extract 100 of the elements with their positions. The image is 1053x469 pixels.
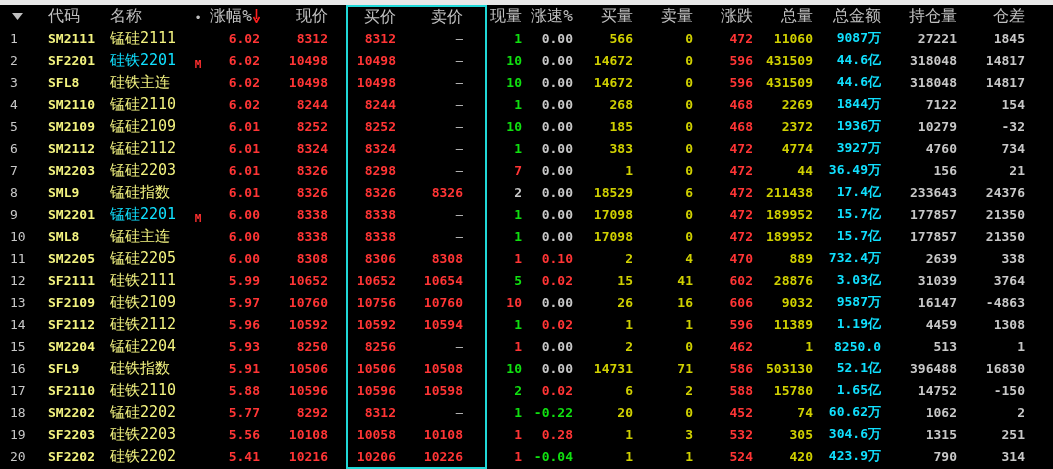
- interest-change-cell: -4863: [985, 294, 1025, 310]
- amount-cell: 9587万: [836, 294, 881, 309]
- change-cell: 468: [729, 96, 753, 112]
- row-number: 16: [10, 360, 26, 376]
- last-volume-cell: 10: [506, 52, 522, 68]
- column-header[interactable]: 总量: [781, 5, 813, 25]
- amount-cell: 44.6亿: [836, 74, 881, 89]
- bid-price-cell: 8338: [364, 228, 396, 244]
- row-number: 13: [10, 294, 26, 310]
- price-cell: 10498: [288, 52, 328, 68]
- interest-change-cell: 3764: [993, 272, 1025, 288]
- open-interest-cell: 31039: [917, 272, 957, 288]
- change-percent-cell: 5.99: [228, 272, 260, 288]
- row-number: 9: [10, 206, 18, 222]
- open-interest-cell: 14752: [917, 382, 957, 398]
- column-header[interactable]: 代码: [48, 5, 80, 25]
- row-number: 2: [10, 52, 18, 68]
- amount-cell: 9087万: [836, 30, 881, 45]
- speed-cell: 0.00: [541, 184, 573, 200]
- bid-volume-cell: 1: [625, 316, 633, 332]
- volume-cell: 431509: [766, 74, 813, 90]
- bid-volume-cell: 2: [625, 250, 633, 266]
- column-header[interactable]: 涨幅%: [210, 5, 252, 27]
- bid-volume-cell: 2: [625, 338, 633, 354]
- ask-price-cell: 8308: [431, 250, 463, 266]
- speed-cell: 0.00: [541, 294, 573, 310]
- row-number: 14: [10, 316, 26, 332]
- column-header[interactable]: 总金额: [833, 5, 881, 25]
- bid-volume-cell: 1: [625, 426, 633, 442]
- price-cell: 8312: [296, 30, 328, 46]
- code-cell: SFL9: [48, 360, 80, 376]
- column-header[interactable]: 现价: [296, 5, 328, 25]
- column-header[interactable]: 持仓量: [909, 5, 957, 25]
- price-cell: 10506: [288, 360, 328, 376]
- ask-price-cell: —: [455, 141, 463, 156]
- column-header[interactable]: 卖价: [431, 6, 463, 26]
- name-cell: 锰硅2110: [110, 94, 177, 113]
- interest-change-cell: 338: [1001, 250, 1025, 266]
- change-cell: 524: [729, 448, 753, 464]
- speed-cell: 0.00: [541, 140, 573, 156]
- ask-volume-cell: 0: [685, 140, 693, 156]
- column-header[interactable]: 涨速%: [531, 5, 573, 25]
- open-interest-cell: 4459: [925, 316, 957, 332]
- bid-volume-cell: 14672: [593, 74, 633, 90]
- name-cell: 硅铁2202: [110, 446, 177, 465]
- change-percent-cell: 6.00: [228, 228, 260, 244]
- price-cell: 8324: [296, 140, 328, 156]
- change-percent-cell: 6.00: [228, 250, 260, 266]
- change-cell: 472: [729, 206, 753, 222]
- volume-cell: 9032: [781, 294, 813, 310]
- code-cell: SF2201: [48, 52, 95, 68]
- change-percent-cell: 6.00: [228, 206, 260, 222]
- column-header[interactable]: 现量: [490, 5, 522, 25]
- open-interest-cell: 177857: [910, 228, 957, 244]
- amount-cell: 15.7亿: [836, 206, 881, 221]
- column-header[interactable]: •: [194, 10, 202, 25]
- volume-cell: 305: [789, 426, 813, 442]
- dropdown-icon[interactable]: [12, 12, 23, 20]
- last-volume-cell: 1: [514, 96, 522, 112]
- change-cell: 602: [729, 272, 753, 288]
- column-header[interactable]: 涨跌: [721, 5, 753, 25]
- ask-volume-cell: 0: [685, 162, 693, 178]
- ask-volume-cell: 41: [677, 272, 693, 288]
- change-percent-cell: 5.41: [228, 448, 260, 464]
- ask-volume-cell: 0: [685, 338, 693, 354]
- volume-cell: 44: [797, 162, 813, 178]
- bid-volume-cell: 26: [617, 294, 633, 310]
- amount-cell: 423.9万: [828, 448, 881, 463]
- bid-volume-cell: 383: [609, 140, 633, 156]
- interest-change-cell: 21: [1009, 162, 1025, 178]
- last-volume-cell: 1: [514, 338, 522, 354]
- volume-cell: 4774: [781, 140, 813, 156]
- interest-change-cell: 14817: [985, 74, 1025, 90]
- code-cell: SM2202: [48, 404, 95, 420]
- open-interest-cell: 177857: [910, 206, 957, 222]
- ask-price-cell: —: [455, 229, 463, 244]
- volume-cell: 15780: [773, 382, 813, 398]
- price-cell: 8338: [296, 206, 328, 222]
- code-cell: SM2111: [48, 30, 95, 46]
- column-header[interactable]: 买价: [364, 6, 396, 26]
- ask-volume-cell: 1: [685, 448, 693, 464]
- amount-cell: 60.62万: [828, 404, 881, 419]
- code-cell: SF2203: [48, 426, 95, 442]
- price-cell: 10108: [288, 426, 328, 442]
- change-percent-cell: 6.01: [228, 140, 260, 156]
- change-cell: 586: [729, 360, 753, 376]
- column-header[interactable]: 仓差: [993, 5, 1025, 25]
- code-cell: SM2203: [48, 162, 95, 178]
- last-volume-cell: 1: [514, 426, 522, 442]
- change-cell: 596: [729, 74, 753, 90]
- bid-price-cell: 10498: [356, 52, 396, 68]
- interest-change-cell: -32: [1001, 118, 1025, 134]
- bid-price-cell: 10058: [356, 426, 396, 442]
- column-header[interactable]: 名称: [110, 5, 142, 25]
- column-header[interactable]: 卖量: [661, 5, 693, 25]
- open-interest-cell: 318048: [910, 52, 957, 68]
- column-header[interactable]: 买量: [601, 5, 633, 25]
- open-interest-cell: 1315: [925, 426, 957, 442]
- change-percent-cell: 6.02: [228, 74, 260, 90]
- code-cell: SF2109: [48, 294, 95, 310]
